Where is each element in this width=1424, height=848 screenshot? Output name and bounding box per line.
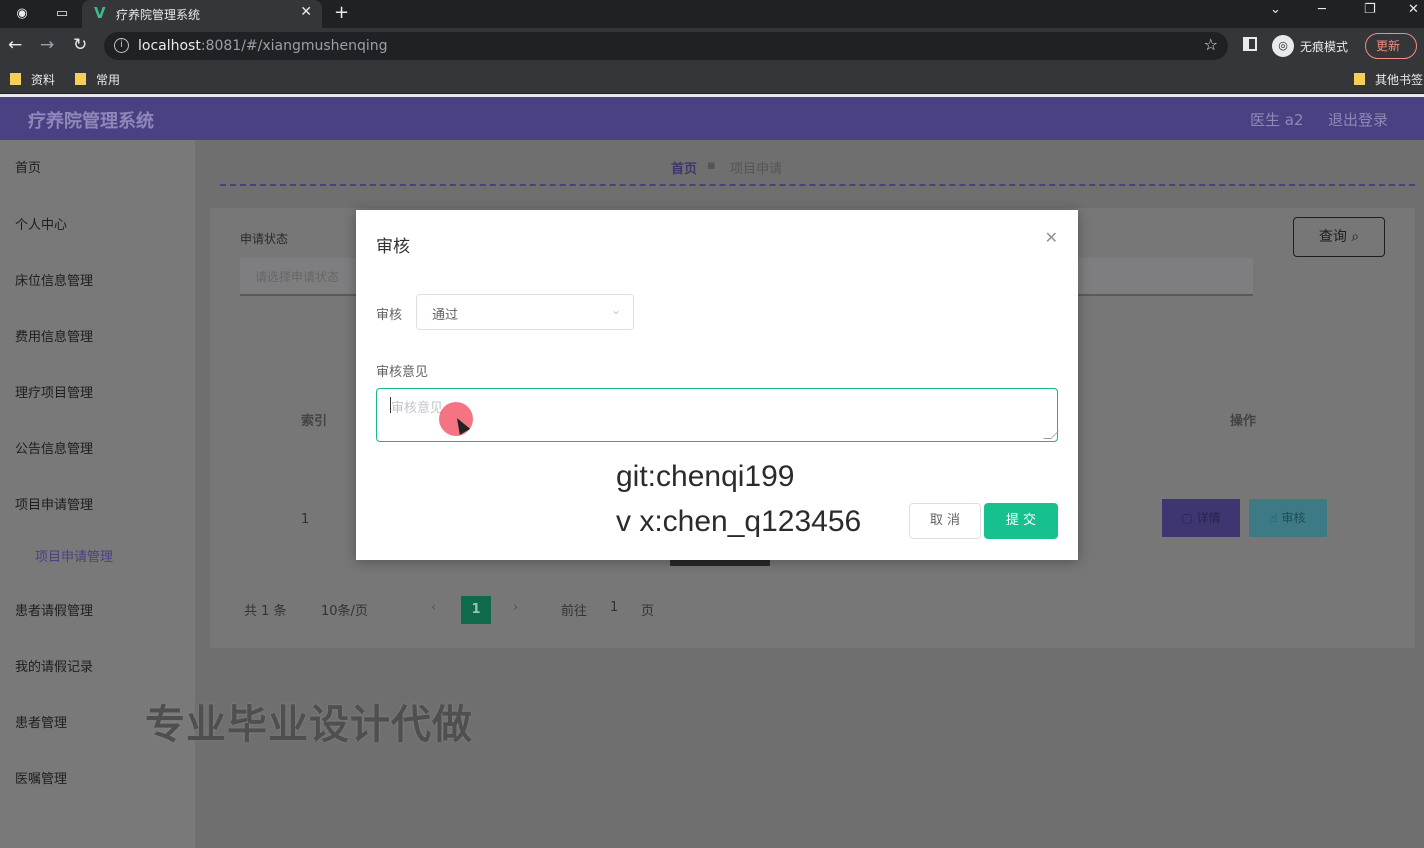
audit-result-select[interactable]: 通过 ⌄ <box>416 294 634 330</box>
forward-icon[interactable]: → <box>40 35 54 55</box>
window-close-icon[interactable]: ✕ <box>1408 2 1419 17</box>
dashed-divider <box>220 184 1415 186</box>
audit-result-value: 通过 <box>432 308 459 323</box>
vue-logo-icon: V <box>94 4 106 22</box>
hand-icon: ☝ <box>1270 511 1282 525</box>
incognito-icon[interactable]: ◎ <box>1272 35 1294 57</box>
sidebar-item-beds[interactable]: 床位信息管理 <box>15 270 93 289</box>
search-icon: ⌕ <box>1351 229 1360 245</box>
address-bar-row: ← → ↻ i localhost:8081/#/xiangmushenqing… <box>0 28 1424 64</box>
row-index: 1 <box>301 512 310 527</box>
folder-icon <box>1354 73 1365 85</box>
audit-button[interactable]: ☝ 审核 <box>1249 499 1327 537</box>
dialog-title: 审核 <box>376 237 410 257</box>
tab-thumbnail-icon[interactable]: ▭ <box>52 4 72 24</box>
pagination-goto-label: 前往 <box>561 604 588 619</box>
minimize-icon[interactable]: ─ <box>1318 2 1326 17</box>
opinion-placeholder: 审核意见 <box>391 401 444 416</box>
text-caret <box>390 397 391 413</box>
sidebar-item-patient-leave[interactable]: 患者请假管理 <box>15 600 93 619</box>
watermark-vx: v x:chen_q123456 <box>616 505 862 538</box>
sidebar-item-orders[interactable]: 医嘱管理 <box>15 768 67 787</box>
tab-search-chevron-icon[interactable]: ⌄ <box>1270 2 1281 17</box>
breadcrumb-separator-icon: ▪ <box>707 158 716 173</box>
opinion-textarea[interactable]: 审核意见 <box>376 388 1059 442</box>
sidebar-item-patients[interactable]: 患者管理 <box>15 712 67 731</box>
column-header-actions: 操作 <box>1230 414 1257 429</box>
pagination-total: 共 1 条 <box>244 604 287 619</box>
watermark-banner: 专业毕业设计代做 <box>145 702 473 748</box>
tab-close-icon[interactable]: ✕ <box>300 4 312 20</box>
browser-tab-active[interactable]: V 疗养院管理系统 ✕ <box>82 0 322 28</box>
globe-icon[interactable]: ◉ <box>12 4 32 24</box>
breadcrumb-current: 项目申请 <box>730 162 783 177</box>
app-title: 疗养院管理系统 <box>28 111 154 132</box>
reload-icon[interactable]: ↻ <box>73 35 87 55</box>
next-page-icon[interactable]: › <box>513 600 518 615</box>
chevron-down-icon: ⌄ <box>610 303 621 317</box>
opinion-label: 审核意见 <box>376 365 429 380</box>
url-text: localhost:8081/#/xiangmushenqing <box>138 38 388 54</box>
back-icon[interactable]: ← <box>8 35 22 55</box>
bookmark-star-icon[interactable]: ☆ <box>1204 35 1218 54</box>
new-tab-icon[interactable]: + <box>334 2 349 23</box>
audit-label: 审核 <box>376 308 403 323</box>
submit-button[interactable]: 提 交 <box>984 503 1058 539</box>
bookmark-folder-changyong[interactable]: 常用 <box>75 71 120 88</box>
prev-page-icon[interactable]: ‹ <box>431 600 436 615</box>
bookmark-folder-ziliao[interactable]: 资料 <box>10 71 55 88</box>
update-button[interactable]: 更新 <box>1365 33 1417 59</box>
pagination-goto-input[interactable]: 1 <box>610 600 618 615</box>
sidebar-item-my-leave[interactable]: 我的请假记录 <box>15 656 93 675</box>
sidebar-item-therapy[interactable]: 理疗项目管理 <box>15 382 93 401</box>
sidebar-item-project-apply[interactable]: 项目申请管理 <box>15 494 93 513</box>
sidebar-item-notices[interactable]: 公告信息管理 <box>15 438 93 457</box>
app-header: 疗养院管理系统 医生 a2 退出登录 <box>0 97 1424 140</box>
bookmarks-bar: 资料 常用 其他书签 <box>0 64 1424 94</box>
logout-link[interactable]: 退出登录 <box>1328 109 1388 130</box>
tab-title: 疗养院管理系统 <box>116 8 201 22</box>
current-user: 医生 a2 <box>1250 111 1304 129</box>
sidebar-item-personal-center[interactable]: 个人中心 <box>15 214 67 233</box>
sidebar-subitem-project-apply[interactable]: 项目申请管理 <box>35 546 113 565</box>
edit-icon: ▢ <box>1181 511 1197 525</box>
sidebar-item-fees[interactable]: 费用信息管理 <box>15 326 93 345</box>
restore-icon[interactable]: ❐ <box>1364 2 1376 17</box>
close-icon[interactable]: ✕ <box>1045 228 1058 247</box>
side-panel-icon[interactable] <box>1243 37 1257 51</box>
audit-dialog: 审核 ✕ 审核 通过 ⌄ 审核意见 审核意见 git:chenqi199 v x… <box>356 210 1078 560</box>
url-input[interactable]: i localhost:8081/#/xiangmushenqing ☆ <box>104 32 1228 60</box>
incognito-label: 无痕模式 <box>1300 40 1349 54</box>
pagination-current-page[interactable]: 1 <box>461 596 491 624</box>
info-icon[interactable]: i <box>114 38 129 53</box>
query-button[interactable]: 查询 ⌕ <box>1293 217 1385 257</box>
browser-tab-bar: ◉ ▭ V 疗养院管理系统 ✕ + ⌄ ─ ❐ ✕ <box>0 0 1424 28</box>
sidebar-item-home[interactable]: 首页 <box>15 157 41 176</box>
pagination-page-suffix: 页 <box>641 604 655 619</box>
detail-button[interactable]: ▢ 详情 <box>1162 499 1240 537</box>
resize-handle[interactable] <box>1043 431 1059 439</box>
status-filter-placeholder: 请选择申请状态 <box>255 270 340 284</box>
pagination-size-select[interactable]: 10条/页 <box>321 600 368 619</box>
watermark-git: git:chenqi199 <box>616 460 795 493</box>
status-filter-label: 申请状态 <box>240 232 289 246</box>
column-header-index: 索引 <box>301 414 328 429</box>
cancel-button[interactable]: 取 消 <box>909 503 981 539</box>
folder-icon <box>10 73 21 85</box>
breadcrumb-home[interactable]: 首页 <box>671 158 697 177</box>
bookmark-folder-other[interactable]: 其他书签 <box>1354 71 1423 88</box>
folder-icon <box>75 73 86 85</box>
